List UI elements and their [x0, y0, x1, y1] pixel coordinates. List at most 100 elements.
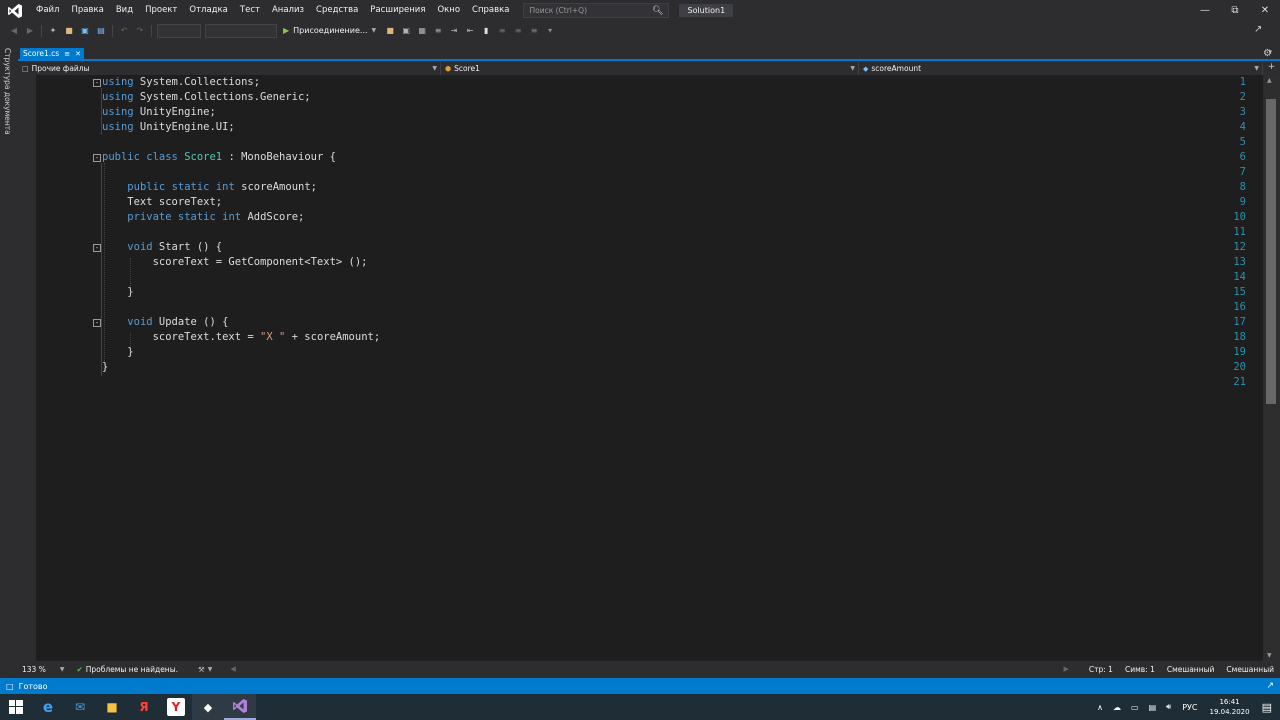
vertical-scrollbar[interactable]: ▲ ▼ [1263, 75, 1280, 661]
system-tray: ∧ ☁ ▭ ▤ 🔊︎ РУС 16:41 19.04.2020 ▤ [1092, 694, 1280, 720]
visual-studio-icon[interactable] [224, 694, 256, 720]
visual-studio-logo-icon[interactable] [0, 0, 30, 21]
language-indicator[interactable]: РУС [1182, 703, 1197, 712]
collapse-icon[interactable]: - [93, 319, 101, 327]
action-center-icon[interactable]: ▤ [1262, 701, 1272, 714]
scroll-down-icon[interactable]: ▼ [1267, 652, 1272, 659]
play-icon: ▶ [283, 26, 290, 35]
chevron-down-icon[interactable]: ▼ [208, 666, 213, 673]
menu-project[interactable]: Проект [139, 0, 183, 21]
member-dropdown[interactable]: ◆ scoreAmount ▼ [859, 62, 1263, 75]
menu-file[interactable]: Файл [30, 0, 65, 21]
line-number: 3 [1239, 106, 1246, 118]
line-number: 10 [1233, 211, 1246, 223]
layout-icon[interactable]: ▦ [416, 25, 428, 37]
menu-debug[interactable]: Отладка [183, 0, 234, 21]
cloud-icon[interactable]: ☁ [1113, 703, 1121, 712]
indent-icon[interactable]: ⇥ [448, 25, 460, 37]
mail-icon[interactable]: ✉ [64, 694, 96, 720]
editor-status-row: 133 % ▼ ✔ Проблемы не найдены. ⚒ ▼ ◀ ▶ С… [18, 661, 1280, 677]
network-icon[interactable]: ▤ [1149, 703, 1157, 712]
clock[interactable]: 16:41 19.04.2020 [1210, 697, 1250, 717]
line-number: 5 [1239, 136, 1246, 148]
align-icon[interactable]: ≡ [432, 25, 444, 37]
file-explorer-icon[interactable]: ■ [96, 694, 128, 720]
yandex-icon[interactable]: Y [160, 694, 192, 720]
toolbar-options-icon[interactable]: ≡ [528, 25, 540, 37]
status-bar: □ Готово ↗ [0, 678, 1280, 694]
line-ending-mode[interactable]: Смешанный [1167, 665, 1215, 674]
problems-indicator[interactable]: ✔ Проблемы не найдены. [76, 665, 178, 674]
collapse-icon[interactable]: - [93, 244, 101, 252]
menu-tools[interactable]: Средства [310, 0, 364, 21]
document-tab-bar: Score1.cs ≡ ✕ ▾ [18, 48, 1280, 61]
chevron-down-icon: ▼ [1254, 65, 1259, 72]
maximize-button[interactable]: ⧉ [1220, 0, 1250, 21]
minimize-button[interactable]: — [1190, 0, 1220, 21]
browse-icon[interactable]: ■ [384, 25, 396, 37]
menu-test[interactable]: Тест [234, 0, 266, 21]
scroll-right-icon[interactable]: ▶ [1064, 665, 1069, 673]
save-icon[interactable]: ▣ [79, 25, 91, 37]
output-icon: □ [6, 681, 14, 691]
code-line-6: public class Score1 : MonoBehaviour { [102, 151, 336, 163]
edge-browser-icon[interactable]: e [32, 694, 64, 720]
platform-dropdown[interactable] [205, 23, 277, 38]
pin-icon[interactable]: ≡ [64, 50, 70, 58]
forward-icon[interactable]: ▶ [24, 25, 36, 37]
code-line-4: using UnityEngine.UI; [102, 121, 235, 133]
scroll-left-icon[interactable]: ◀ [230, 665, 235, 673]
chevron-up-icon[interactable]: ∧ [1097, 703, 1103, 712]
new-project-icon[interactable]: ✦ [47, 25, 59, 37]
close-button[interactable]: ✕ [1250, 0, 1280, 21]
settings-icon[interactable]: ⚙ [1263, 48, 1277, 62]
battery-icon[interactable]: ▭ [1131, 703, 1139, 712]
menu-extensions[interactable]: Расширения [364, 0, 431, 21]
menu-window[interactable]: Окно [431, 0, 466, 21]
volume-icon[interactable]: 🔊︎ [1166, 702, 1171, 712]
line-number: 4 [1239, 121, 1246, 133]
configuration-dropdown[interactable] [157, 23, 201, 38]
comment-icon[interactable]: ≡ [496, 25, 508, 37]
attach-button[interactable]: ▶ Присоединение... ▼ [283, 26, 376, 35]
chevron-down-icon[interactable]: ▼ [60, 666, 65, 673]
clock-date: 19.04.2020 [1209, 708, 1250, 716]
notifications-icon[interactable]: ↗ [1266, 681, 1274, 691]
search-input[interactable]: Поиск (Ctrl+Q) 🔍︎ [523, 3, 670, 18]
scroll-up-icon[interactable]: ▲ [1267, 77, 1272, 84]
collapse-icon[interactable]: - [93, 154, 101, 162]
document-outline-tab[interactable]: Структура документа [3, 48, 12, 135]
outdent-icon[interactable]: ⇤ [464, 25, 476, 37]
encoding-mode[interactable]: Смешанный [1226, 665, 1274, 674]
bookmark-icon[interactable]: ▮ [480, 25, 492, 37]
code-editor[interactable]: 1 2 3 4 5 6 7 8 9 10 11 12 13 14 15 16 17 18 19 20 21 - - - … [36, 75, 1263, 661]
type-dropdown[interactable]: ⬢ Score1 ▼ [441, 62, 859, 75]
add-split-icon[interactable]: + [1263, 62, 1280, 75]
menu-analyze[interactable]: Анализ [266, 0, 310, 21]
open-file-icon[interactable]: ■ [63, 25, 75, 37]
menu-help[interactable]: Справка [466, 0, 515, 21]
live-share-icon[interactable]: ↗ [1254, 24, 1268, 38]
code-cleanup-icon[interactable]: ⚒ [198, 665, 205, 674]
code-line-18: scoreText.text = "X " + scoreAmount; [102, 331, 381, 343]
customize-toolbar-icon[interactable]: ▾ [544, 25, 556, 37]
line-number: 16 [1233, 301, 1246, 313]
unity-icon[interactable]: ◆ [192, 694, 224, 720]
uncomment-icon[interactable]: ≡ [512, 25, 524, 37]
close-tab-icon[interactable]: ✕ [75, 50, 81, 58]
redo-icon[interactable]: ↷ [134, 25, 146, 37]
menu-view[interactable]: Вид [110, 0, 139, 21]
tab-score1[interactable]: Score1.cs ≡ ✕ [20, 48, 84, 59]
collapse-icon[interactable]: - [93, 79, 101, 87]
screenshot-icon[interactable]: ▣ [400, 25, 412, 37]
project-dropdown[interactable]: □ Прочие файлы ▼ [18, 62, 441, 75]
windows-start-icon[interactable] [0, 694, 32, 720]
save-all-icon[interactable]: ▤ [95, 25, 107, 37]
scrollbar-thumb[interactable] [1266, 99, 1276, 404]
line-number: 21 [1233, 376, 1246, 388]
yandex-browser-icon[interactable]: Я [128, 694, 160, 720]
back-icon[interactable]: ◀ [8, 25, 20, 37]
menu-edit[interactable]: Правка [65, 0, 109, 21]
zoom-level[interactable]: 133 % [22, 665, 46, 674]
undo-icon[interactable]: ↶ [118, 25, 130, 37]
